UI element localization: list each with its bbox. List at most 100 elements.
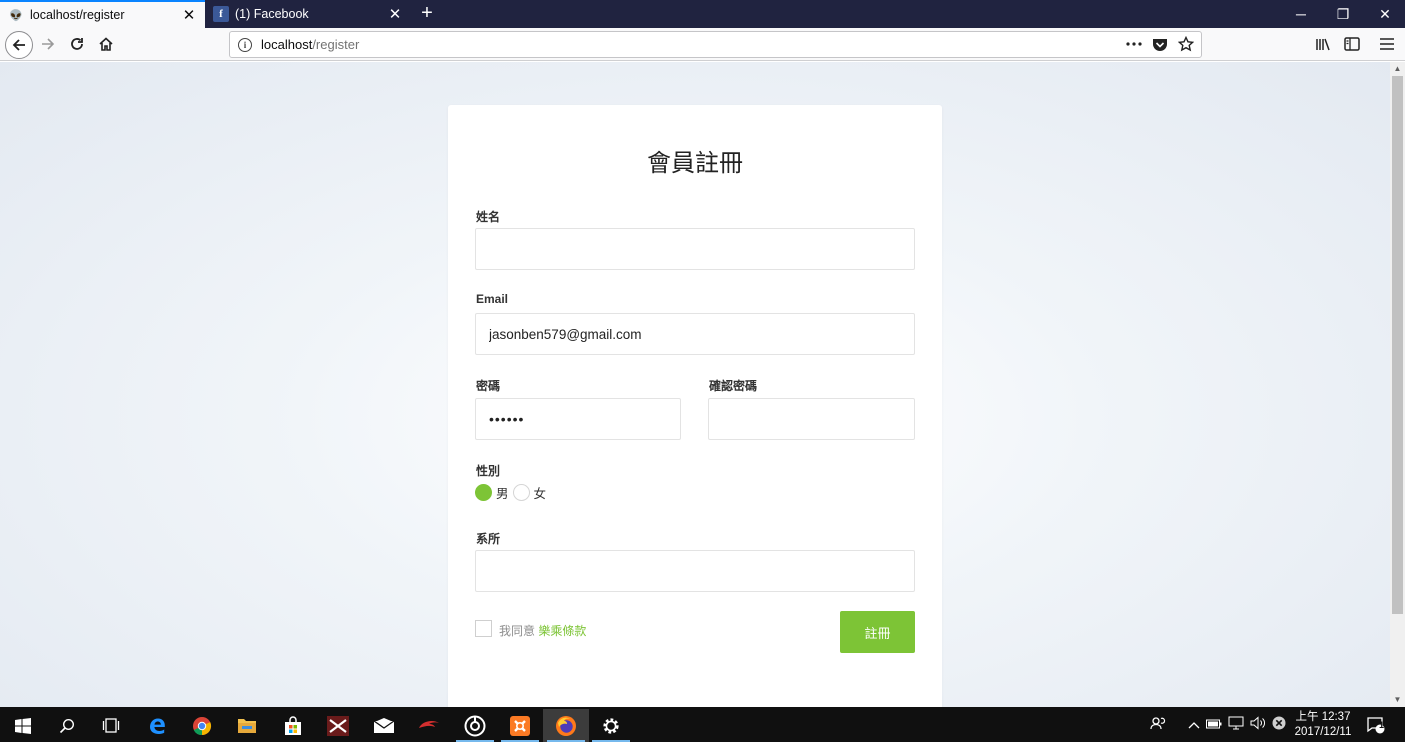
home-icon (99, 37, 113, 51)
menu-button[interactable] (1374, 31, 1400, 57)
terms-link[interactable]: 樂乘條款 (538, 624, 586, 638)
url-path: /register (312, 37, 360, 52)
system-tray (1150, 707, 1286, 742)
email-label: Email (476, 292, 509, 306)
chrome-taskbar-button[interactable] (179, 709, 225, 742)
store-bag-icon (285, 715, 301, 735)
tab-register[interactable]: 👽 localhost/register ✕ (0, 0, 205, 28)
garena-icon (419, 720, 439, 728)
page-viewport: 會員註冊 姓名 Email 密碼 •••••• 確認密碼 性別 男 女 系所 我… (0, 62, 1390, 707)
clock-date: 2017/12/11 (1294, 726, 1352, 738)
name-input[interactable] (475, 228, 915, 270)
battery-icon[interactable] (1206, 718, 1222, 732)
chrome-icon (193, 716, 212, 735)
garena-taskbar-button[interactable] (406, 709, 452, 742)
task-view-icon (102, 718, 120, 733)
settings-taskbar-button[interactable] (588, 709, 634, 742)
window-close-button[interactable]: ✕ (1364, 0, 1405, 28)
agree-checkbox[interactable] (475, 620, 492, 637)
library-button[interactable] (1310, 31, 1336, 57)
hamburger-icon (1380, 38, 1394, 50)
back-button[interactable] (5, 31, 33, 59)
register-button[interactable]: 註冊 (840, 611, 915, 653)
tab-title: (1) Facebook (235, 7, 309, 21)
url-host: localhost (261, 37, 313, 52)
scroll-up-arrow-icon[interactable]: ▲ (1390, 62, 1405, 76)
firefox-taskbar-button[interactable] (543, 709, 589, 742)
minimize-button[interactable]: ─ (1280, 0, 1322, 28)
sidebar-button[interactable] (1339, 31, 1365, 57)
media-player-icon (464, 715, 486, 736)
firefox-icon (556, 715, 576, 736)
game-app-icon (327, 715, 349, 736)
arrow-left-icon (12, 39, 25, 51)
edge-icon (150, 718, 165, 734)
restore-button[interactable]: ❐ (1322, 0, 1364, 28)
folder-icon (238, 719, 256, 733)
store-taskbar-button[interactable] (270, 709, 316, 742)
edge-taskbar-button[interactable] (134, 709, 180, 742)
more-actions-icon[interactable] (1125, 35, 1143, 53)
x-circle-icon[interactable] (1272, 716, 1286, 733)
pocket-icon[interactable] (1151, 35, 1169, 53)
xampp-taskbar-button[interactable] (497, 709, 543, 742)
xampp-icon (510, 715, 530, 736)
info-icon[interactable]: i (238, 37, 252, 52)
gender-radio-male[interactable] (475, 484, 492, 501)
scroll-thumb[interactable] (1392, 76, 1403, 614)
navigation-toolbar: i localhost/register (0, 28, 1405, 61)
scroll-down-arrow-icon[interactable]: ▼ (1390, 693, 1405, 707)
gender-label: 性別 (476, 464, 501, 478)
home-button[interactable] (93, 31, 119, 57)
department-input[interactable] (475, 550, 915, 592)
mail-icon (373, 717, 395, 733)
confirm-password-input[interactable] (708, 398, 915, 440)
gender-radio-group: 男 女 (475, 483, 550, 502)
network-icon[interactable] (1228, 716, 1244, 733)
chevron-up-icon[interactable] (1188, 718, 1200, 732)
alien-icon: 👽 (9, 9, 23, 22)
volume-icon[interactable] (1250, 716, 1266, 733)
gender-option-label: 男 (496, 487, 509, 501)
forward-button[interactable] (35, 31, 61, 57)
action-center-button[interactable]: 1 (1367, 707, 1389, 742)
close-tab-icon[interactable]: ✕ (181, 6, 197, 24)
task-view-button[interactable] (88, 709, 134, 742)
reload-button[interactable] (64, 31, 90, 57)
tab-strip: 👽 localhost/register ✕ f (1) Facebook ✕ … (0, 0, 1405, 28)
people-icon[interactable] (1150, 716, 1166, 733)
clock-time: 上午 12:37 (1295, 711, 1351, 723)
email-input[interactable] (475, 313, 915, 355)
bookmark-star-icon[interactable] (1177, 35, 1195, 53)
agree-prefix: 我同意 (499, 624, 536, 638)
password-label: 密碼 (476, 379, 501, 393)
search-icon (59, 718, 75, 733)
notification-count: 1 (1378, 720, 1384, 730)
start-button[interactable] (0, 709, 46, 742)
page-scrollbar[interactable]: ▲ ▼ (1390, 62, 1405, 707)
windows-logo-icon (15, 717, 31, 734)
sidebar-icon (1344, 37, 1360, 51)
arrow-right-icon (42, 38, 55, 50)
gear-icon (603, 717, 619, 734)
confirm-password-label: 確認密碼 (709, 379, 758, 393)
register-card: 會員註冊 姓名 Email 密碼 •••••• 確認密碼 性別 男 女 系所 我… (448, 105, 942, 707)
password-input[interactable]: •••••• (475, 398, 681, 440)
gender-option-label: 女 (533, 487, 547, 501)
media-player-taskbar-button[interactable] (452, 709, 498, 742)
gender-radio-female[interactable] (512, 484, 530, 501)
tab-facebook[interactable]: f (1) Facebook ✕ (205, 0, 411, 28)
close-tab-icon[interactable]: ✕ (387, 5, 403, 23)
game-taskbar-button[interactable] (315, 709, 361, 742)
department-label: 系所 (476, 532, 501, 546)
url-bar[interactable]: i localhost/register (229, 31, 1202, 58)
facebook-icon: f (213, 6, 229, 22)
taskbar-clock[interactable]: 上午 12:37 2017/12/11 (1286, 710, 1360, 740)
tab-title: localhost/register (30, 8, 125, 22)
windows-taskbar: 上午 12:37 2017/12/11 1 (0, 707, 1405, 742)
search-button[interactable] (44, 709, 90, 742)
mail-taskbar-button[interactable] (361, 709, 407, 742)
page-title: 會員註冊 (647, 149, 743, 177)
new-tab-button[interactable]: + (416, 0, 438, 28)
file-explorer-taskbar-button[interactable] (224, 709, 270, 742)
